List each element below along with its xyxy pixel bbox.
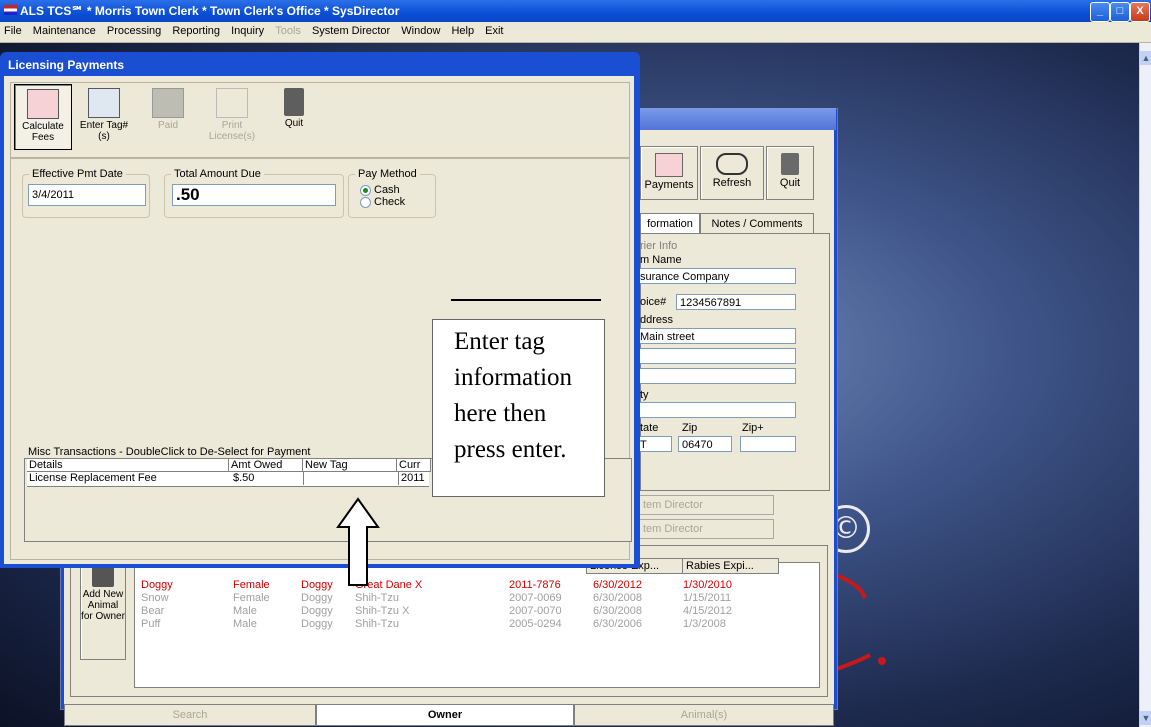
paid-button: Paid (140, 84, 196, 148)
menu-bar: File Maintenance Processing Reporting In… (0, 22, 1151, 43)
radio-unselected-icon (360, 196, 371, 208)
animal-list[interactable]: Doggy Female Doggy Great Dane X 2011-7876 6/3… (134, 562, 820, 688)
menu-reporting[interactable]: Reporting (168, 22, 224, 37)
carrier-info-label: rier Info (640, 240, 678, 252)
firm-name-label: m Name (640, 254, 682, 266)
menu-maintenance[interactable]: Maintenance (29, 22, 100, 37)
city-label: ty (640, 389, 649, 401)
menu-file[interactable]: File (0, 22, 26, 37)
column-header-curr[interactable]: Curr (397, 459, 431, 472)
tab-information[interactable]: formation (640, 213, 700, 234)
trash-can-icon (284, 88, 304, 116)
calculate-fees-button[interactable]: Calculate Fees (14, 84, 72, 150)
zip-plus-field[interactable] (740, 436, 796, 452)
policy-label: oice# (640, 296, 667, 308)
radio-selected-icon (360, 184, 371, 196)
system-director-field-2: tem Director (636, 519, 774, 539)
refresh-button[interactable]: Refresh (700, 146, 764, 200)
app-title: ALS TCS℠ * Morris Town Clerk * Town Cler… (20, 4, 400, 18)
effective-pmt-date-field[interactable]: 3/4/2011 (28, 184, 146, 206)
tab-animals[interactable]: Animal(s) (574, 704, 834, 726)
enter-tags-button[interactable]: Enter Tag#(s) (76, 84, 132, 148)
menu-system-director[interactable]: System Director (308, 22, 394, 37)
zip-plus-label: Zip+ (742, 422, 764, 434)
menu-inquiry[interactable]: Inquiry (227, 22, 268, 37)
column-header-details[interactable]: Details (27, 459, 229, 472)
cloud-icon (716, 153, 748, 175)
minimize-button[interactable]: _ (1090, 2, 1110, 22)
zip-label: Zip (682, 422, 698, 434)
check-radio[interactable]: Check (360, 196, 405, 208)
desktop-scrollbar[interactable]: ▲ ▼ (1139, 43, 1151, 727)
printer-icon (216, 88, 248, 118)
paid-icon (152, 88, 184, 118)
print-licenses-button: Print License(s) (204, 84, 260, 148)
add-new-animal-button[interactable]: Add New Animal for Owner (80, 562, 126, 660)
animal-icon (92, 567, 114, 587)
close-button[interactable]: X (1130, 2, 1150, 22)
quit-button[interactable]: Quit (266, 84, 322, 148)
trash-can-icon (781, 153, 799, 175)
state-label: tate (640, 422, 659, 434)
total-amount-due-field[interactable]: .50 (172, 184, 336, 206)
cash-radio[interactable]: Cash (360, 184, 400, 196)
column-header-new-tag[interactable]: New Tag (303, 459, 397, 472)
menu-tools: Tools (275, 25, 301, 37)
tab-search[interactable]: Search (64, 704, 316, 726)
maximize-button[interactable]: □ (1110, 2, 1130, 22)
menu-window[interactable]: Window (397, 22, 444, 37)
payments-button[interactable]: Payments (640, 146, 698, 200)
annotation-line (451, 299, 601, 301)
zip-field[interactable]: 06470 (678, 436, 732, 452)
tag-icon (88, 88, 120, 118)
address-line3-field[interactable] (636, 368, 796, 384)
menu-exit[interactable]: Exit (481, 22, 507, 37)
city-field[interactable] (636, 402, 796, 418)
state-field[interactable]: T (636, 436, 672, 452)
address-line1-field[interactable]: Main street (636, 328, 796, 344)
menu-processing[interactable]: Processing (103, 22, 165, 37)
table-row[interactable]: License Replacement Fee $.50 2011 (27, 472, 429, 487)
firm-name-field[interactable]: surance Company (636, 268, 796, 284)
address-label: ddress (640, 314, 674, 326)
policy-field[interactable]: 1234567891 (676, 294, 796, 310)
bottom-tab-strip: Search Owner Animal(s) (60, 704, 1140, 727)
tab-owner[interactable]: Owner (316, 704, 574, 726)
back-quit-button[interactable]: Quit (766, 146, 814, 200)
tab-notes-comments[interactable]: Notes / Comments (700, 213, 814, 235)
app-title-bar: ALS TCS℠ * Morris Town Clerk * Town Cler… (0, 0, 1151, 22)
address-line2-field[interactable] (636, 348, 796, 364)
annotation-callout: Enter tag information here then press en… (432, 319, 605, 497)
scroll-down-arrow-icon[interactable]: ▼ (1140, 711, 1151, 725)
system-director-field-1: tem Director (636, 495, 774, 515)
scroll-up-arrow-icon[interactable]: ▲ (1140, 51, 1151, 65)
calculator-icon (27, 89, 59, 119)
flag-icon (4, 5, 17, 15)
menu-help[interactable]: Help (447, 22, 478, 37)
column-header-rabies-exp[interactable]: Rabies Expi... (682, 558, 779, 574)
misc-transactions-label: Misc Transactions - DoubleClick to De-Se… (28, 446, 311, 458)
new-tag-cell[interactable] (303, 472, 399, 485)
calculator-icon (655, 153, 683, 177)
up-arrow-icon (336, 497, 380, 586)
column-header-amt-owed[interactable]: Amt Owed (229, 459, 303, 472)
dialog-title: Licensing Payments (8, 58, 125, 72)
